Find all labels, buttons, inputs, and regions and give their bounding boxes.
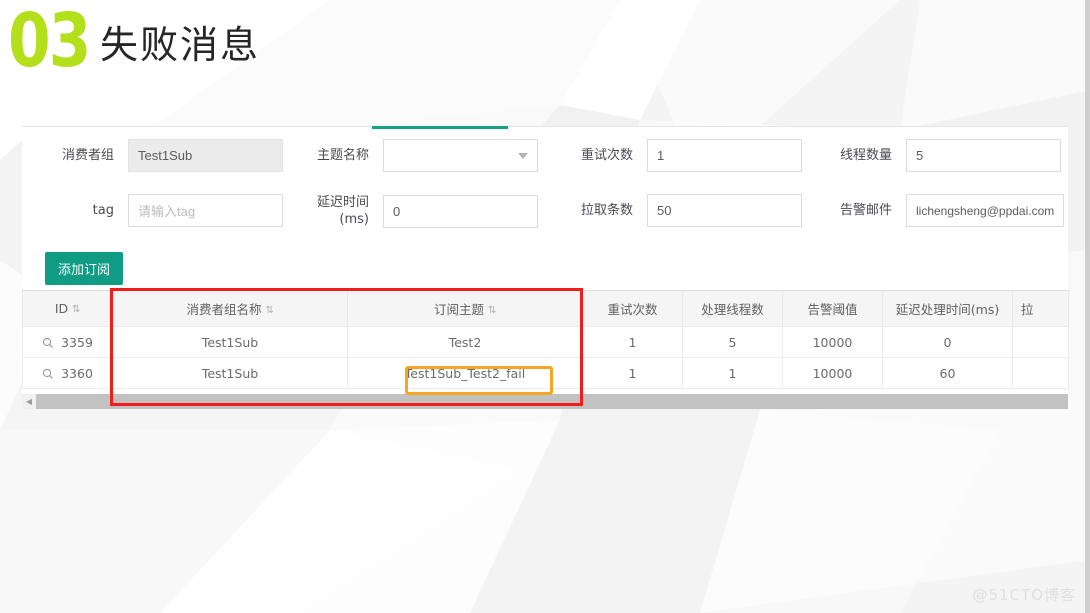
- topic-name-select[interactable]: [383, 139, 538, 172]
- consumer-group-input[interactable]: Test1Sub: [128, 139, 283, 172]
- page-title: 失败消息: [100, 23, 261, 67]
- cell-id: 3360: [22, 357, 113, 389]
- retry-count-value: 1: [657, 148, 665, 163]
- column-header-threads-label: 处理线程数: [701, 302, 764, 317]
- consumer-group-value: Test1Sub: [138, 148, 193, 163]
- chevron-down-icon: [518, 153, 528, 159]
- alert-email-input[interactable]: lichengsheng@ppdai.com: [906, 194, 1064, 227]
- watermark: @51CTO博客: [972, 586, 1076, 604]
- scroll-left-arrow-icon[interactable]: ◀: [22, 394, 36, 409]
- column-header-threshold: 告警阈值: [782, 290, 883, 327]
- column-header-threshold-label: 告警阈值: [807, 302, 858, 317]
- table-horizontal-scrollbar[interactable]: ◀: [22, 394, 1068, 409]
- column-header-delay: 延迟处理时间(ms): [882, 290, 1013, 327]
- slide-header: 03 失败消息: [0, 0, 1090, 110]
- sort-icon[interactable]: ⇅: [72, 305, 80, 315]
- cell-truncated: [1012, 326, 1069, 358]
- table-row[interactable]: 3360 Test1Sub Test1Sub_Test2_fail 1 1 10…: [22, 357, 1069, 389]
- cell-truncated: [1012, 357, 1069, 389]
- tag-input[interactable]: 请输入tag: [128, 194, 283, 227]
- scrollbar-track[interactable]: [36, 394, 1068, 409]
- cell-topic: Test2: [347, 326, 583, 358]
- cell-consumer-group: Test1Sub: [112, 357, 348, 389]
- column-header-threads: 处理线程数: [682, 290, 783, 327]
- cell-retry: 1: [582, 357, 683, 389]
- search-icon[interactable]: [42, 368, 54, 380]
- tag-placeholder: 请输入tag: [138, 204, 196, 219]
- field-thread-count: 线程数量 5: [834, 139, 1061, 172]
- thread-count-value: 5: [916, 148, 924, 163]
- scrollbar-thumb[interactable]: [36, 394, 1068, 409]
- column-header-topic-label: 订阅主题: [433, 302, 484, 317]
- subscription-table: ID ⇅ 消费者组名称 ⇅ 订阅主题 ⇅ 重试次数 处理线程数 告警阈值 延迟处理时间…: [22, 290, 1069, 389]
- field-label-delay-time-main: 延迟时间: [316, 195, 369, 210]
- delay-time-value: 0: [393, 203, 401, 219]
- cell-consumer-group: Test1Sub: [112, 326, 348, 358]
- field-label-alert-email: 告警邮件: [839, 202, 892, 218]
- column-header-consumer-group[interactable]: 消费者组名称 ⇅: [112, 290, 348, 327]
- column-header-truncated: 拉: [1012, 290, 1069, 327]
- field-label-delay-time-unit: (ms): [339, 212, 369, 227]
- content-panel: 消费者组 Test1Sub 主题名称 重试次数 1 线程数量 5 tag 请输入…: [22, 126, 1069, 409]
- thread-count-input[interactable]: 5: [906, 139, 1061, 172]
- field-alert-email: 告警邮件 lichengsheng@ppdai.com: [834, 194, 1064, 227]
- cell-delay: 0: [882, 326, 1013, 358]
- table-header-row: ID ⇅ 消费者组名称 ⇅ 订阅主题 ⇅ 重试次数 处理线程数 告警阈值 延迟处理时间…: [22, 290, 1069, 327]
- add-subscription-button[interactable]: 添加订阅: [45, 252, 123, 285]
- field-label-tag: tag: [92, 202, 114, 218]
- slide-root: 03 失败消息 消费者组 Test1Sub 主题名称 重试次数 1 线程数量 5…: [0, 0, 1090, 613]
- section-number: 03: [8, 0, 91, 84]
- field-label-pull-size: 拉取条数: [580, 202, 633, 218]
- subscription-form: 消费者组 Test1Sub 主题名称 重试次数 1 线程数量 5 tag 请输入…: [22, 127, 1068, 242]
- field-label-retry-count: 重试次数: [580, 147, 633, 163]
- pull-size-value: 50: [657, 203, 672, 218]
- column-header-id-label: ID: [54, 301, 69, 316]
- cell-id: 3359: [22, 326, 113, 358]
- column-header-consumer-group-label: 消费者组名称: [186, 302, 262, 317]
- cell-id-value: 3359: [61, 334, 93, 350]
- search-icon[interactable]: [42, 337, 54, 349]
- field-retry-count: 重试次数 1: [575, 139, 802, 172]
- column-header-retry: 重试次数: [582, 290, 683, 327]
- field-label-delay-time: 延迟时间 (ms): [309, 194, 369, 228]
- alert-email-value: lichengsheng@ppdai.com: [916, 203, 1055, 218]
- field-label-consumer-group: 消费者组: [61, 147, 114, 163]
- cell-delay: 60: [882, 357, 1013, 389]
- column-header-id[interactable]: ID ⇅: [22, 290, 113, 327]
- field-tag: tag 请输入tag: [50, 194, 283, 227]
- field-pull-size: 拉取条数 50: [575, 194, 802, 227]
- field-topic-name: 主题名称: [309, 139, 538, 172]
- field-label-thread-count: 线程数量: [839, 147, 892, 163]
- column-header-retry-label: 重试次数: [607, 302, 658, 317]
- field-delay-time: 延迟时间 (ms) 0: [309, 194, 538, 228]
- field-consumer-group: 消费者组 Test1Sub: [50, 139, 283, 172]
- cell-topic: Test1Sub_Test2_fail: [347, 357, 583, 389]
- pull-size-input[interactable]: 50: [647, 194, 802, 227]
- cell-threshold: 10000: [782, 357, 883, 389]
- cell-retry: 1: [582, 326, 683, 358]
- column-header-truncated-label: 拉: [1021, 302, 1034, 317]
- delay-time-input[interactable]: 0: [383, 194, 538, 228]
- column-header-delay-label: 延迟处理时间(ms): [895, 302, 1000, 317]
- cell-threads: 1: [682, 357, 783, 389]
- cell-threshold: 10000: [782, 326, 883, 358]
- sort-icon[interactable]: ⇅: [266, 306, 274, 316]
- sort-icon[interactable]: ⇅: [488, 306, 496, 316]
- cell-id-value: 3360: [61, 365, 93, 381]
- retry-count-input[interactable]: 1: [647, 139, 802, 172]
- table-row[interactable]: 3359 Test1Sub Test2 1 5 10000 0: [22, 326, 1069, 358]
- field-label-topic-name: 主题名称: [316, 147, 369, 163]
- cell-threads: 5: [682, 326, 783, 358]
- column-header-topic[interactable]: 订阅主题 ⇅: [347, 290, 583, 327]
